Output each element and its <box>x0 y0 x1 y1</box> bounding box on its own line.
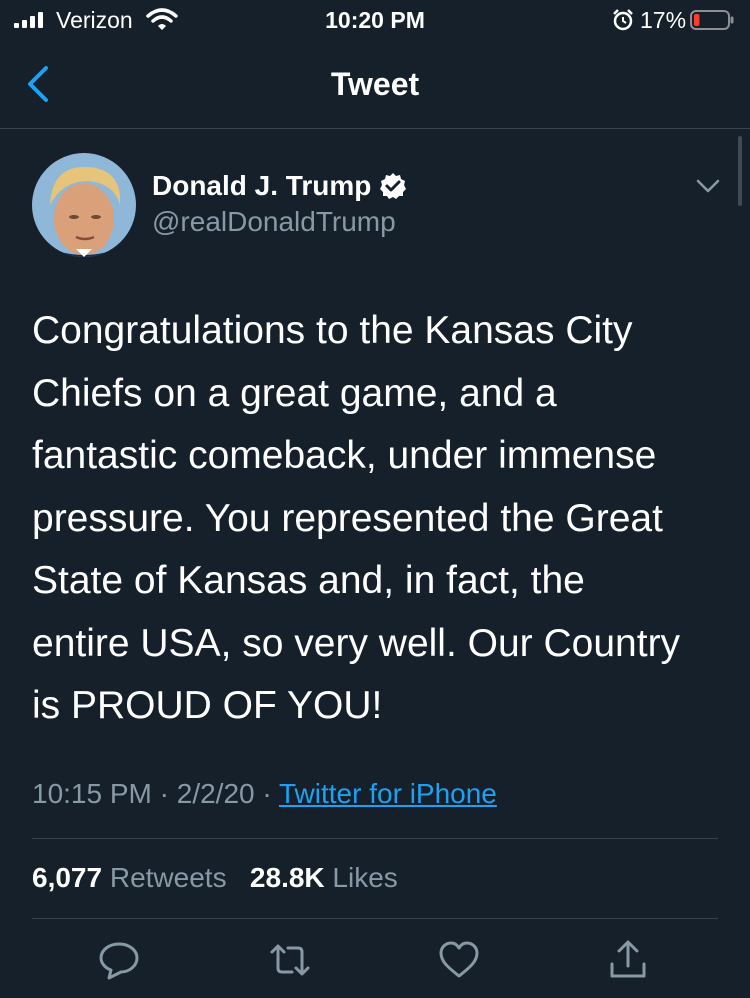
verified-badge-icon <box>380 173 407 199</box>
tweet-meta: 10:15 PM · 2/2/20 · Twitter for iPhone <box>32 778 497 810</box>
retweets-label: Retweets <box>109 862 227 893</box>
author-handle[interactable]: @realDonaldTrump <box>152 206 396 238</box>
alarm-icon <box>613 9 633 31</box>
tweet-time: 10:15 PM <box>32 778 152 809</box>
likes-stat[interactable]: 28.8K Likes <box>250 862 398 893</box>
tweet-date: 2/2/20 <box>176 778 255 809</box>
retweet-icon[interactable] <box>268 938 312 982</box>
meta-separator: · <box>159 778 169 809</box>
page-title: Tweet <box>330 66 420 102</box>
author-name[interactable]: Donald J. Trump <box>152 170 407 202</box>
navigation-bar: Tweet <box>0 44 750 129</box>
retweets-count: 6,077 <box>32 862 103 893</box>
likes-label: Likes <box>332 862 398 893</box>
battery-percent: 17% <box>640 7 687 33</box>
likes-count: 28.8K <box>249 862 325 893</box>
divider <box>32 918 718 919</box>
share-icon[interactable] <box>606 938 650 982</box>
meta-separator: · <box>262 778 272 809</box>
reply-icon[interactable] <box>97 938 141 982</box>
retweets-stat[interactable]: 6,077 Retweets <box>32 862 227 893</box>
scrollbar[interactable] <box>738 136 742 206</box>
tweet-source-link[interactable]: Twitter for iPhone <box>279 778 497 809</box>
avatar-image <box>32 153 136 257</box>
battery-icon <box>690 10 734 30</box>
author-name-text: Donald J. Trump <box>152 170 372 201</box>
tweet-stats: 6,077 Retweets 28.8K Likes <box>32 862 398 894</box>
chevron-down-icon[interactable] <box>694 174 722 198</box>
divider <box>32 838 718 839</box>
status-bar: Verizon 10:20 PM 17% <box>0 0 750 40</box>
status-time: 10:20 PM <box>325 7 425 33</box>
like-icon[interactable] <box>437 938 481 982</box>
avatar[interactable] <box>32 153 136 257</box>
tweet-text: Congratulations to the Kansas City Chief… <box>32 309 681 727</box>
